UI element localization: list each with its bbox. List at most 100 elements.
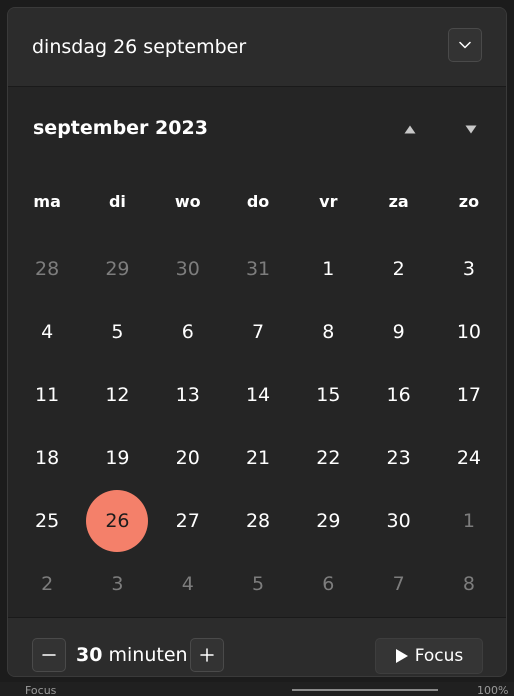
day-cell[interactable]: 2 — [12, 552, 82, 615]
play-icon — [395, 649, 408, 663]
day-cell[interactable]: 29 — [293, 489, 363, 552]
selected-day-cell[interactable]: 26 — [82, 489, 152, 552]
day-cell[interactable]: 8 — [434, 552, 504, 615]
day-number: 12 — [105, 383, 130, 406]
day-cell[interactable]: 21 — [223, 426, 293, 489]
calendar-flyout: dinsdag 26 september september 2023 ma d… — [7, 7, 507, 677]
collapse-calendar-button[interactable] — [448, 28, 482, 62]
day-number: 31 — [245, 257, 271, 280]
focus-button-label: Focus — [414, 646, 464, 666]
zoom-level-text: 100% — [477, 684, 509, 696]
caret-down-icon — [465, 125, 477, 133]
day-number: 2 — [392, 257, 405, 280]
day-cell[interactable]: 30 — [153, 237, 223, 300]
day-grid: 28 29 30 31 1 2 3 4 5 6 7 8 9 10 11 12 13 14 15 16 17 18 19 20 2… — [12, 237, 504, 615]
increase-duration-button[interactable] — [190, 638, 224, 672]
day-number: 6 — [322, 572, 335, 595]
weekday-label: vr — [319, 192, 338, 211]
flyout-header: dinsdag 26 september — [8, 8, 506, 87]
day-cell[interactable]: 5 — [223, 552, 293, 615]
day-cell[interactable]: 29 — [82, 237, 152, 300]
chevron-down-icon — [459, 41, 471, 49]
day-cell[interactable]: 19 — [82, 426, 152, 489]
day-cell[interactable]: 2 — [363, 237, 433, 300]
day-cell[interactable]: 25 — [12, 489, 82, 552]
day-cell[interactable]: 10 — [434, 300, 504, 363]
day-number: 3 — [462, 257, 475, 280]
day-number: 7 — [251, 320, 265, 343]
previous-month-button[interactable] — [398, 117, 422, 141]
weekday-label: di — [108, 192, 126, 211]
zoom-slider-track[interactable] — [292, 689, 438, 691]
day-cell[interactable]: 30 — [363, 489, 433, 552]
minus-icon — [42, 654, 56, 656]
day-number: 7 — [392, 572, 405, 595]
day-cell[interactable]: 24 — [434, 426, 504, 489]
duration-value: 30 — [76, 644, 103, 666]
day-number: 24 — [456, 446, 482, 469]
day-cell[interactable]: 6 — [293, 552, 363, 615]
day-cell[interactable]: 4 — [12, 300, 82, 363]
day-cell[interactable]: 6 — [153, 300, 223, 363]
day-cell[interactable]: 20 — [153, 426, 223, 489]
day-cell[interactable]: 1 — [434, 489, 504, 552]
next-month-button[interactable] — [459, 117, 483, 141]
selected-date-title: dinsdag 26 september — [32, 36, 247, 58]
weekday-label: zo — [458, 192, 480, 211]
day-number: 4 — [41, 320, 54, 343]
caret-up-icon — [404, 125, 416, 133]
day-number: 6 — [181, 320, 194, 343]
month-label[interactable]: september 2023 — [33, 117, 208, 139]
day-number: 28 — [245, 509, 271, 532]
start-focus-button[interactable]: Focus — [375, 638, 483, 674]
day-cell[interactable]: 7 — [363, 552, 433, 615]
weekday-label: wo — [174, 192, 201, 211]
day-number: 20 — [175, 446, 200, 469]
day-number: 11 — [35, 383, 60, 406]
day-cell[interactable]: 31 — [223, 237, 293, 300]
day-number: 26 — [105, 509, 130, 532]
day-cell[interactable]: 28 — [12, 237, 82, 300]
day-cell[interactable]: 4 — [153, 552, 223, 615]
day-cell[interactable]: 5 — [82, 300, 152, 363]
decrease-duration-button[interactable] — [32, 638, 66, 672]
day-cell[interactable]: 17 — [434, 363, 504, 426]
day-cell[interactable]: 14 — [223, 363, 293, 426]
day-number: 13 — [175, 383, 200, 406]
weekday-label: do — [246, 192, 270, 211]
day-cell[interactable]: 11 — [12, 363, 82, 426]
day-cell[interactable]: 1 — [293, 237, 363, 300]
day-number: 18 — [35, 446, 60, 469]
day-cell[interactable]: 28 — [223, 489, 293, 552]
day-cell[interactable]: 9 — [363, 300, 433, 363]
day-number: 14 — [245, 383, 271, 406]
day-number: 25 — [35, 509, 60, 532]
day-cell[interactable]: 7 — [223, 300, 293, 363]
day-number: 16 — [386, 383, 411, 406]
day-cell[interactable]: 23 — [363, 426, 433, 489]
day-number: 5 — [111, 320, 124, 343]
day-cell[interactable]: 22 — [293, 426, 363, 489]
day-cell[interactable]: 3 — [434, 237, 504, 300]
day-cell[interactable]: 8 — [293, 300, 363, 363]
day-cell[interactable]: 18 — [12, 426, 82, 489]
day-number: 9 — [392, 320, 405, 343]
day-cell[interactable]: 3 — [82, 552, 152, 615]
day-cell[interactable]: 12 — [82, 363, 152, 426]
day-cell[interactable]: 13 — [153, 363, 223, 426]
plus-icon — [200, 648, 214, 662]
day-cell[interactable]: 27 — [153, 489, 223, 552]
day-number: 1 — [322, 257, 335, 280]
taskbar-focus-text: Focus — [25, 684, 57, 696]
day-number: 17 — [456, 383, 482, 406]
day-number: 29 — [316, 509, 341, 532]
day-number: 10 — [456, 320, 482, 343]
day-number: 30 — [175, 257, 200, 280]
day-number: 30 — [386, 509, 411, 532]
day-number: 4 — [181, 572, 194, 595]
day-cell[interactable]: 16 — [363, 363, 433, 426]
day-number: 21 — [245, 446, 271, 469]
day-cell[interactable]: 15 — [293, 363, 363, 426]
weekday-label: za — [388, 192, 409, 211]
weekday-header-row: ma di wo do vr za zo — [12, 192, 504, 211]
